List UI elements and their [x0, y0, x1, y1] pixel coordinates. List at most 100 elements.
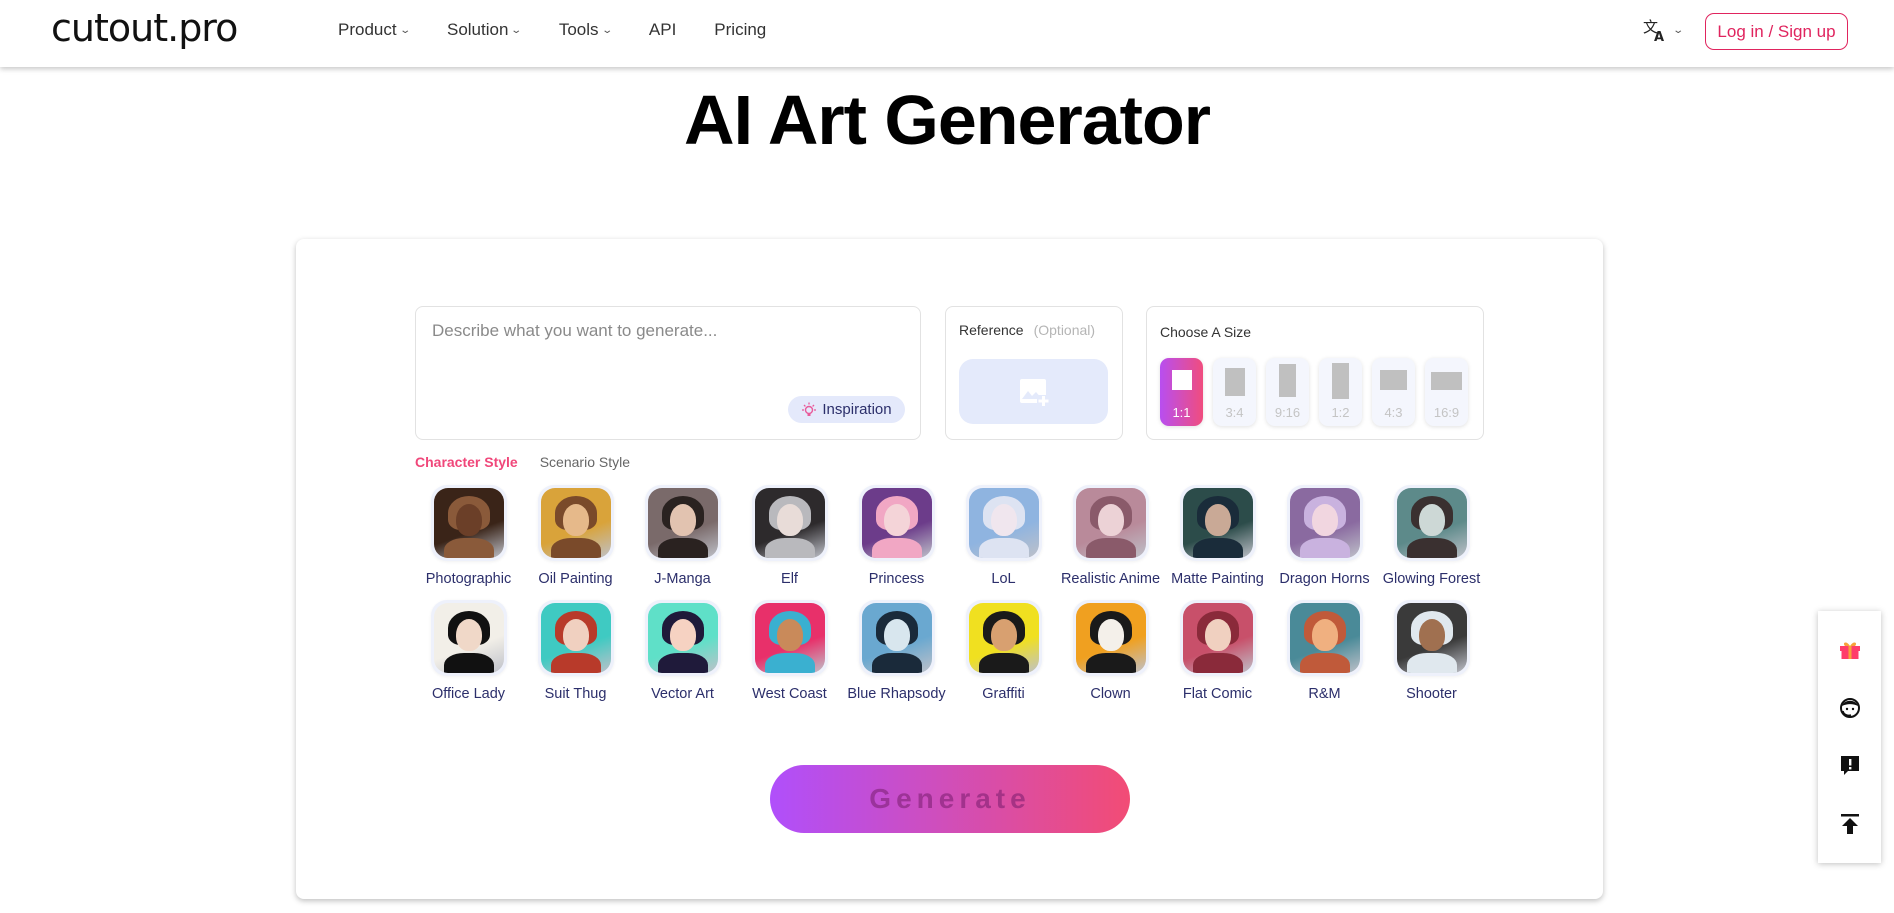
portrait-body-shape: [443, 653, 494, 673]
style-item-shooter[interactable]: Shooter: [1378, 600, 1485, 702]
nav-tools[interactable]: Tools ⌄: [558, 20, 613, 40]
login-signup-button[interactable]: Log in / Sign up: [1705, 13, 1848, 50]
style-item-clown[interactable]: Clown: [1057, 600, 1164, 702]
inspiration-button[interactable]: Inspiration: [788, 396, 905, 423]
style-thumbnail-image: [433, 488, 504, 558]
svg-text:A: A: [1654, 30, 1664, 43]
size-option-1-1[interactable]: 1:1: [1160, 358, 1203, 426]
style-item-suit-thug[interactable]: Suit Thug: [522, 600, 629, 702]
style-label: R&M: [1308, 686, 1341, 702]
style-thumbnail-image: [1182, 488, 1253, 558]
style-item-office-lady[interactable]: Office Lady: [415, 600, 522, 702]
style-thumbnail-image: [647, 603, 718, 673]
nav-product-label: Product: [338, 20, 397, 39]
size-option-4-3[interactable]: 4:3: [1372, 358, 1415, 426]
style-thumbnail-image: [1289, 603, 1360, 673]
style-item-lol[interactable]: LoL: [950, 485, 1057, 587]
portrait-face-shape: [990, 504, 1017, 536]
reference-optional-label: (Optional): [1033, 322, 1096, 338]
style-item-graffiti[interactable]: Graffiti: [950, 600, 1057, 702]
style-label: Photographic: [425, 571, 512, 587]
tab-scenario-style[interactable]: Scenario Style: [540, 454, 630, 470]
top-nav-bar: cutout.pro Product ⌄ Solution ⌄ Tools ⌄ …: [0, 0, 1894, 67]
portrait-body-shape: [978, 653, 1029, 673]
style-thumbnail-image: [1075, 488, 1146, 558]
portrait-face-shape: [455, 619, 482, 651]
chevron-down-icon: ⌄: [398, 24, 411, 36]
style-thumbnail-image: [861, 488, 932, 558]
style-item-r-m[interactable]: R&M: [1271, 600, 1378, 702]
style-item-j-manga[interactable]: J-Manga: [629, 485, 736, 587]
style-label: Suit Thug: [544, 686, 607, 702]
style-tabs: Character Style Scenario Style: [415, 454, 652, 470]
style-thumbnail-frame: [644, 600, 721, 676]
nav-tools-label: Tools: [558, 20, 599, 39]
style-item-glowing-forest[interactable]: Glowing Forest: [1378, 485, 1485, 587]
style-thumbnail-image: [540, 488, 611, 558]
reference-upload-button[interactable]: [959, 359, 1108, 424]
portrait-face-shape: [562, 504, 589, 536]
tab-character-style[interactable]: Character Style: [415, 454, 518, 470]
style-item-vector-art[interactable]: Vector Art: [629, 600, 736, 702]
customer-service-button[interactable]: [1830, 688, 1870, 728]
back-to-top-button[interactable]: [1830, 804, 1870, 844]
portrait-body-shape: [1192, 538, 1243, 558]
style-item-oil-painting[interactable]: Oil Painting: [522, 485, 629, 587]
portrait-face-shape: [455, 504, 482, 536]
size-option-16-9[interactable]: 16:9: [1425, 358, 1468, 426]
ratio-shape-icon: [1224, 368, 1245, 396]
size-option-1-2[interactable]: 1:2: [1319, 358, 1362, 426]
add-image-icon: [1019, 378, 1050, 407]
size-title: Choose A Size: [1160, 324, 1252, 340]
style-thumbnail-frame: [1286, 600, 1363, 676]
style-thumbnail-image: [1396, 603, 1467, 673]
style-thumbnail-frame: [858, 600, 935, 676]
style-item-elf[interactable]: Elf: [736, 485, 843, 587]
portrait-face-shape: [1311, 504, 1338, 536]
reference-label: Reference: [959, 322, 1024, 338]
style-item-dragon-horns[interactable]: Dragon Horns: [1271, 485, 1378, 587]
logo[interactable]: cutout.pro: [51, 6, 238, 50]
generate-button[interactable]: Generate: [770, 765, 1130, 833]
feedback-icon: [1840, 756, 1859, 775]
portrait-body-shape: [657, 653, 708, 673]
portrait-face-shape: [1204, 504, 1231, 536]
nav-solution[interactable]: Solution ⌄: [447, 20, 523, 40]
portrait-body-shape: [1406, 653, 1457, 673]
style-item-blue-rhapsody[interactable]: Blue Rhapsody: [843, 600, 950, 702]
style-thumbnail-image: [1289, 488, 1360, 558]
style-label: J-Manga: [654, 571, 711, 587]
style-item-realistic-anime[interactable]: Realistic Anime: [1057, 485, 1164, 587]
style-thumbnail-image: [433, 603, 504, 673]
feedback-button[interactable]: [1830, 746, 1870, 786]
language-selector[interactable]: 文 A ⌄: [1642, 17, 1684, 43]
prompt-box: Inspiration: [415, 306, 921, 440]
nav-product[interactable]: Product ⌄: [338, 20, 411, 40]
size-option-3-4[interactable]: 3:4: [1213, 358, 1256, 426]
portrait-body-shape: [550, 653, 601, 673]
style-label: Vector Art: [651, 686, 714, 702]
nav-pricing[interactable]: Pricing: [714, 20, 766, 40]
style-item-photographic[interactable]: Photographic: [415, 485, 522, 587]
style-thumbnail-frame: [644, 485, 721, 561]
style-item-west-coast[interactable]: West Coast: [736, 600, 843, 702]
nav-api[interactable]: API: [649, 20, 676, 40]
size-ratio-label: 4:3: [1384, 405, 1403, 420]
style-item-flat-comic[interactable]: Flat Comic: [1164, 600, 1271, 702]
style-thumbnail-image: [540, 603, 611, 673]
portrait-face-shape: [776, 504, 803, 536]
gift-button[interactable]: [1830, 630, 1870, 670]
gift-icon: [1839, 642, 1860, 659]
size-ratio-label: 3:4: [1225, 405, 1244, 420]
style-item-matte-painting[interactable]: Matte Painting: [1164, 485, 1271, 587]
portrait-body-shape: [1299, 538, 1350, 558]
style-thumbnail-image: [1075, 603, 1146, 673]
size-option-9-16[interactable]: 9:16: [1266, 358, 1309, 426]
chevron-down-icon: ⌄: [510, 24, 523, 36]
style-item-princess[interactable]: Princess: [843, 485, 950, 587]
style-label: Elf: [781, 571, 798, 587]
style-label: West Coast: [752, 686, 827, 702]
style-thumbnail-image: [968, 488, 1039, 558]
size-ratio-label: 1:1: [1172, 405, 1191, 420]
portrait-face-shape: [1418, 504, 1445, 536]
